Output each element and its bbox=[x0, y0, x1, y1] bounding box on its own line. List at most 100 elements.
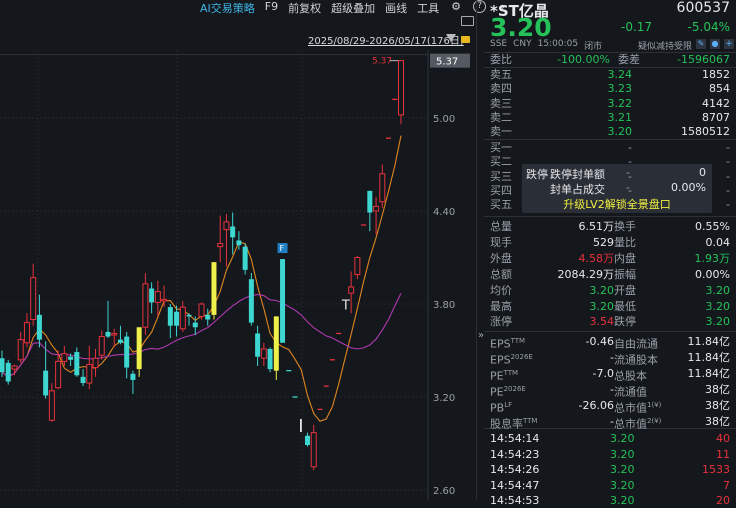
stat-value: 3.20 bbox=[705, 299, 731, 313]
y-tick-label: 5.00 bbox=[433, 114, 455, 125]
candle-body bbox=[74, 352, 80, 376]
adjust-button[interactable]: 前复权 bbox=[288, 0, 321, 15]
stat-label: 涨停 bbox=[490, 315, 512, 329]
stat-value: 0.04 bbox=[705, 235, 731, 249]
stat-value: 0.55% bbox=[695, 220, 730, 233]
stat-row: 均价 3.20 开盘 3.20 bbox=[488, 283, 732, 298]
label-text: PE bbox=[490, 369, 504, 383]
stock-code: 600537 bbox=[676, 0, 730, 16]
i-marker[interactable]: I bbox=[298, 416, 303, 437]
tick-price: 3.20 bbox=[610, 494, 635, 508]
fundamental-label: 总市值2(¥) bbox=[614, 414, 661, 432]
stat-row: 外盘 4.58万 内盘 1.93万 bbox=[488, 251, 732, 266]
range-dropdown-icon[interactable] bbox=[446, 34, 456, 42]
ask-label: 卖五 bbox=[490, 68, 512, 81]
ask-label: 卖一 bbox=[490, 125, 512, 139]
fundamental-value: 11.84亿 bbox=[687, 335, 731, 348]
t-marker[interactable]: T bbox=[341, 299, 350, 314]
fundamental-row: 股息率TTM - 总市值2(¥) 38亿 bbox=[488, 414, 732, 432]
edit-icon[interactable]: ✎ bbox=[696, 39, 706, 49]
bid-volume: - bbox=[726, 155, 730, 169]
candle-body bbox=[111, 332, 118, 336]
tick-price: 3.20 bbox=[610, 478, 635, 492]
candle-body bbox=[61, 353, 68, 362]
max-price-label: 5.37 bbox=[372, 57, 392, 67]
ask-price: 3.20 bbox=[607, 125, 633, 139]
stat-label: 均价 bbox=[490, 283, 512, 297]
ratio-label: 委比 bbox=[490, 53, 512, 66]
f-marker-label: F bbox=[280, 244, 285, 253]
stat-label: 最低 bbox=[614, 299, 636, 313]
bid-label: 买一 bbox=[490, 141, 512, 154]
candle-body bbox=[192, 322, 198, 328]
ask-row: 卖二 3.21 8707 bbox=[488, 110, 732, 125]
tick-price: 3.20 bbox=[610, 432, 635, 445]
label-sup: 1(¥) bbox=[647, 400, 662, 409]
candle-body bbox=[117, 339, 123, 343]
candle-body bbox=[205, 314, 211, 320]
ai-strategy-button[interactable]: AI交易策略 bbox=[200, 0, 255, 15]
candle-body bbox=[55, 360, 62, 389]
stat-value: 3.20 bbox=[589, 299, 615, 313]
tick-volume: 40 bbox=[716, 432, 730, 445]
panel-divider[interactable] bbox=[476, 0, 477, 500]
candle-body bbox=[167, 307, 173, 326]
ask-volume: 854 bbox=[709, 82, 730, 96]
candle-body bbox=[11, 365, 18, 370]
tick-time: 14:54:53 bbox=[490, 494, 540, 508]
stat-value: 3.20 bbox=[705, 283, 731, 297]
stat-value: 6.51万 bbox=[578, 220, 615, 233]
ask-row: 卖一 3.20 1580512 bbox=[488, 124, 732, 139]
candle-body bbox=[130, 373, 136, 380]
bid-label: 买五 bbox=[490, 198, 512, 212]
tick-time: 14:54:26 bbox=[490, 463, 540, 477]
bid-label: 买三 bbox=[490, 169, 512, 183]
stat-label: 振幅 bbox=[614, 267, 636, 281]
draw-button[interactable]: 画线 bbox=[385, 0, 407, 15]
candle-body bbox=[223, 221, 230, 231]
candle-body bbox=[267, 348, 273, 370]
candle-body bbox=[260, 348, 267, 359]
gear-icon[interactable]: ⚙ bbox=[449, 0, 463, 14]
add-icon[interactable]: + bbox=[724, 39, 734, 49]
label-text: 总市值 bbox=[614, 401, 647, 415]
quote-meta: SSE CNY 15:00:05 闭市 bbox=[490, 39, 602, 52]
price-change: -0.17 bbox=[621, 20, 653, 34]
tick-volume: 11 bbox=[716, 447, 730, 461]
stat-row: 最高 3.20 最低 3.20 bbox=[488, 299, 732, 314]
fundamental-row: EPSTTM -0.46 自由流通 11.84亿 bbox=[488, 334, 732, 351]
candle-body bbox=[248, 279, 254, 323]
date-range[interactable]: 2025/08/29-2026/05/17(176日) bbox=[308, 32, 464, 47]
candle-body bbox=[23, 322, 30, 344]
ask-price: 3.22 bbox=[607, 96, 633, 110]
bid-volume: - bbox=[726, 183, 730, 197]
candle-body bbox=[255, 333, 261, 357]
monitor-icon[interactable] bbox=[461, 16, 474, 26]
fundamental-value: -7.0 bbox=[592, 366, 614, 380]
candlestick-chart[interactable]: 5.00 4.40 3.80 3.20 2.60 5.37 5.37 F I T bbox=[0, 50, 476, 500]
candle-body bbox=[348, 286, 355, 294]
candle-body bbox=[105, 331, 111, 337]
candle-body bbox=[273, 316, 279, 371]
candle-body bbox=[373, 205, 380, 212]
label-text: 流通股本 bbox=[614, 353, 658, 367]
tools-button[interactable]: 工具 bbox=[417, 0, 439, 15]
stat-label: 跌停 bbox=[614, 315, 636, 329]
ask-price: 3.24 bbox=[607, 68, 633, 81]
overlay-button[interactable]: 超级叠加 bbox=[331, 0, 375, 15]
tick-price: 3.20 bbox=[610, 447, 635, 461]
candle-body bbox=[68, 356, 74, 360]
alert-bell-icon[interactable]: ● bbox=[710, 39, 720, 49]
candle-body bbox=[179, 306, 186, 330]
fundamental-value: 38亿 bbox=[705, 414, 730, 428]
candle-body bbox=[367, 190, 373, 213]
label-sup: TTM bbox=[510, 337, 526, 345]
candle-body bbox=[354, 257, 361, 276]
divider bbox=[484, 216, 736, 217]
divider bbox=[484, 331, 736, 332]
y-tick-label: 2.60 bbox=[433, 486, 455, 497]
stat-label: 总额 bbox=[490, 267, 512, 281]
lock-icon[interactable] bbox=[461, 36, 470, 43]
f9-button[interactable]: F9 bbox=[265, 0, 278, 14]
quote-time: 15:00:05 bbox=[537, 39, 579, 49]
